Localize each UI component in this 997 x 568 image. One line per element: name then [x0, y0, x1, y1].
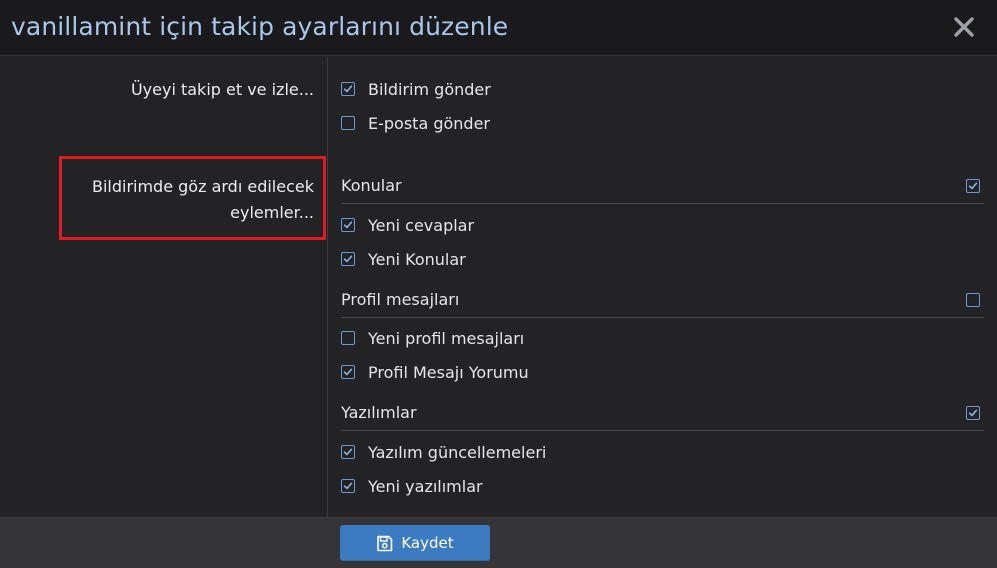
dialog-footer: Kaydet [0, 517, 997, 568]
option-new-threads[interactable]: Yeni Konular [341, 248, 466, 270]
checkbox[interactable] [341, 479, 355, 493]
option-label: E-posta gönder [368, 113, 490, 133]
group-title: Profil mesajları [341, 290, 460, 309]
option-label: Yeni profil mesajları [368, 328, 525, 348]
option-label: Bildirim gönder [368, 79, 491, 99]
option-software-updates[interactable]: Yazılım güncellemeleri [341, 441, 546, 463]
check-icon [343, 255, 352, 262]
option-label: Yeni cevaplar [368, 215, 475, 235]
check-icon [343, 221, 352, 228]
check-icon [968, 182, 977, 189]
highlight-box [59, 156, 326, 240]
save-icon [376, 535, 393, 552]
checkbox[interactable] [341, 218, 355, 232]
checkbox[interactable] [341, 445, 355, 459]
check-icon [968, 409, 977, 416]
option-send-email[interactable]: E-posta gönder [341, 112, 490, 134]
follow-label: Üyeyi takip et ve izle... [130, 80, 314, 99]
option-new-profile-messages[interactable]: Yeni profil mesajları [341, 327, 524, 349]
checkbox[interactable] [341, 82, 355, 96]
checkbox[interactable] [341, 331, 355, 345]
option-label: Yazılım güncellemeleri [368, 442, 547, 462]
group-software: Yazılımlar [341, 401, 984, 431]
group-checkbox[interactable] [966, 293, 980, 307]
dialog-body: Üyeyi takip et ve izle... Bildirim gönde… [0, 57, 997, 517]
dialog-title: vanillamint için takip ayarlarını düzenl… [11, 12, 509, 41]
save-button[interactable]: Kaydet [340, 525, 490, 561]
option-profile-message-comment[interactable]: Profil Mesajı Yorumu [341, 361, 529, 383]
option-send-notification[interactable]: Bildirim gönder [341, 78, 491, 100]
checkbox[interactable] [341, 252, 355, 266]
check-icon [343, 448, 352, 455]
option-new-software[interactable]: Yeni yazılımlar [341, 475, 483, 497]
check-icon [343, 85, 352, 92]
check-icon [343, 482, 352, 489]
group-title: Konular [341, 176, 402, 195]
option-new-replies[interactable]: Yeni cevaplar [341, 214, 474, 236]
option-label: Yeni yazılımlar [368, 476, 483, 496]
save-label: Kaydet [401, 534, 454, 552]
group-konular: Konular [341, 174, 984, 204]
group-profile-messages: Profil mesajları [341, 288, 984, 318]
group-checkbox[interactable] [966, 406, 980, 420]
group-checkbox[interactable] [966, 179, 980, 193]
close-icon[interactable] [951, 14, 977, 40]
option-label: Yeni Konular [368, 249, 466, 269]
dialog-header: vanillamint için takip ayarlarını düzenl… [0, 0, 997, 56]
column-divider [327, 57, 328, 517]
option-label: Profil Mesajı Yorumu [368, 362, 529, 382]
checkbox[interactable] [341, 116, 355, 130]
checkbox[interactable] [341, 365, 355, 379]
check-icon [343, 368, 352, 375]
group-title: Yazılımlar [341, 403, 417, 422]
